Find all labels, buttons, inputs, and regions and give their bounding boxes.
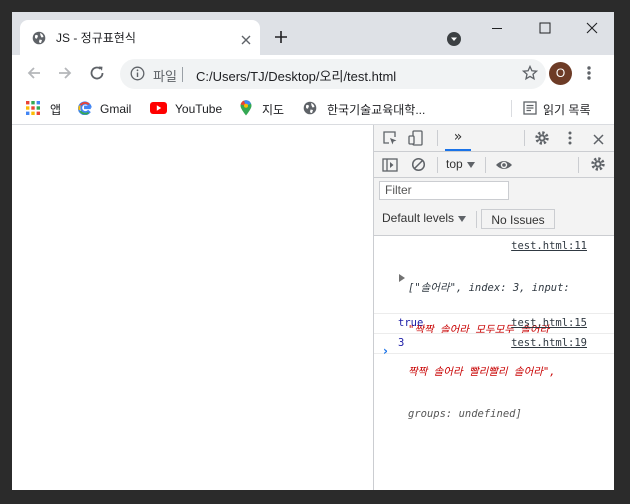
globe-icon	[303, 101, 317, 118]
console-message[interactable]: test.html:11 ["솔어라", index: 3, input: "짝…	[374, 236, 614, 420]
console-prompt-chevron[interactable]: ›	[383, 344, 388, 358]
device-toolbar-icon[interactable]	[408, 130, 424, 150]
reading-list-icon	[523, 100, 537, 118]
log-levels-dropdown[interactable]: Default levels	[382, 211, 467, 225]
reading-list-label: 읽기 목록	[543, 102, 591, 117]
devtools-panel: » top Filter Default levels No Issues te…	[373, 125, 614, 490]
url-text[interactable]: C:/Users/TJ/Desktop/오리/test.html	[196, 66, 396, 85]
toolbar-divider	[578, 157, 579, 173]
dropdown-triangle-icon	[466, 157, 475, 171]
log-value: true	[398, 317, 424, 329]
source-link[interactable]: test.html:15	[511, 317, 587, 329]
reading-list[interactable]: 읽기 목록	[523, 99, 591, 119]
levels-row: Default levels No Issues	[374, 203, 614, 236]
bookmark-label: 지도	[262, 102, 285, 117]
console-settings-gear-icon[interactable]	[590, 156, 606, 176]
reload-icon[interactable]	[88, 64, 106, 86]
scheme-label: 파일	[153, 69, 177, 84]
bookmark-label: YouTube	[175, 102, 223, 116]
customize-kebab-icon[interactable]	[567, 130, 573, 150]
tab-strip: JS - 정규표현식	[12, 12, 614, 55]
toolbar-divider	[437, 130, 438, 146]
log-levels-label: Default levels	[382, 211, 455, 225]
close-window-icon[interactable]	[585, 20, 599, 39]
toolbar-divider	[476, 211, 477, 228]
more-tabs-chevron[interactable]: »	[445, 125, 471, 151]
context-value: top	[446, 157, 463, 171]
source-link[interactable]: test.html:11	[511, 240, 587, 252]
tab-title: JS - 정규표현식	[56, 31, 136, 45]
bookmark-apps[interactable]: 앱	[26, 99, 61, 119]
console-message[interactable]: 3 test.html:19	[374, 334, 614, 354]
context-selector[interactable]: top	[446, 157, 475, 171]
toolbar-divider	[485, 157, 486, 173]
profile-avatar[interactable]: O	[549, 62, 572, 85]
object-line: 짝짝 솔어라 빨리빨리 솔어라",	[408, 366, 556, 378]
page-viewport[interactable]	[12, 125, 373, 490]
sidebar-toggle-icon[interactable]	[382, 157, 398, 176]
bookmark-maps[interactable]: 지도	[240, 99, 284, 119]
bookmark-label: Gmail	[100, 102, 132, 116]
browser-window: JS - 정규표현식 파일 C:/Users/TJ/Desktop/오리/tes…	[12, 12, 614, 490]
globe-icon	[32, 30, 46, 49]
minimize-icon[interactable]	[490, 20, 504, 39]
console-toolbar: top	[374, 152, 614, 178]
new-tab-plus-icon[interactable]	[274, 29, 288, 48]
bookmark-youtube[interactable]: YouTube	[150, 99, 222, 119]
tab-search-icon[interactable]	[447, 31, 461, 50]
back-arrow-icon[interactable]	[25, 64, 43, 86]
tab-active[interactable]: JS - 정규표현식	[20, 20, 260, 55]
inspect-element-icon[interactable]	[382, 130, 398, 150]
toolbar: 파일 C:/Users/TJ/Desktop/오리/test.html O	[12, 55, 614, 93]
settings-gear-icon[interactable]	[534, 130, 550, 150]
maximize-icon[interactable]	[538, 20, 552, 39]
toolbar-divider	[524, 130, 525, 146]
devtools-tabbar: »	[374, 125, 614, 152]
tab-close-icon[interactable]	[240, 31, 252, 50]
bookmark-star-icon[interactable]	[521, 64, 539, 85]
log-value: 3	[398, 337, 405, 349]
bookmark-label: 앱	[50, 102, 62, 117]
issues-button[interactable]: No Issues	[481, 209, 555, 229]
apps-grid-icon	[26, 100, 40, 118]
bookmark-label: 한국기술교육대학...	[327, 102, 426, 117]
forward-arrow-icon[interactable]	[56, 64, 74, 86]
object-line: ["솔어라", index: 3, input:	[408, 282, 570, 294]
omnibox-divider	[182, 67, 183, 82]
filter-row: Filter	[374, 178, 614, 203]
toolbar-divider	[437, 157, 438, 173]
google-icon	[77, 100, 92, 118]
maps-pin-icon	[240, 99, 252, 119]
bookmarks-divider	[511, 100, 512, 117]
filter-input[interactable]: Filter	[379, 181, 509, 200]
bookmarks-bar: 앱 Gmail YouTube 지도 한국기술교육대학... 읽기 목록	[12, 93, 614, 125]
bookmark-gmail[interactable]: Gmail	[77, 99, 132, 119]
console-message[interactable]: true test.html:15	[374, 314, 614, 334]
live-expression-eye-icon[interactable]	[495, 157, 513, 176]
expand-triangle-icon[interactable]	[399, 273, 405, 285]
bookmark-koreatech[interactable]: 한국기술교육대학...	[303, 99, 425, 119]
address-bar[interactable]: 파일 C:/Users/TJ/Desktop/오리/test.html	[120, 59, 546, 89]
info-icon[interactable]	[130, 66, 145, 85]
menu-kebab-icon[interactable]	[586, 65, 592, 85]
clear-console-icon[interactable]	[411, 157, 426, 176]
dropdown-triangle-icon	[458, 211, 467, 225]
source-link[interactable]: test.html:19	[511, 337, 587, 349]
youtube-icon	[150, 101, 167, 117]
close-devtools-icon[interactable]	[592, 131, 605, 150]
object-line: groups: undefined]	[408, 408, 522, 420]
